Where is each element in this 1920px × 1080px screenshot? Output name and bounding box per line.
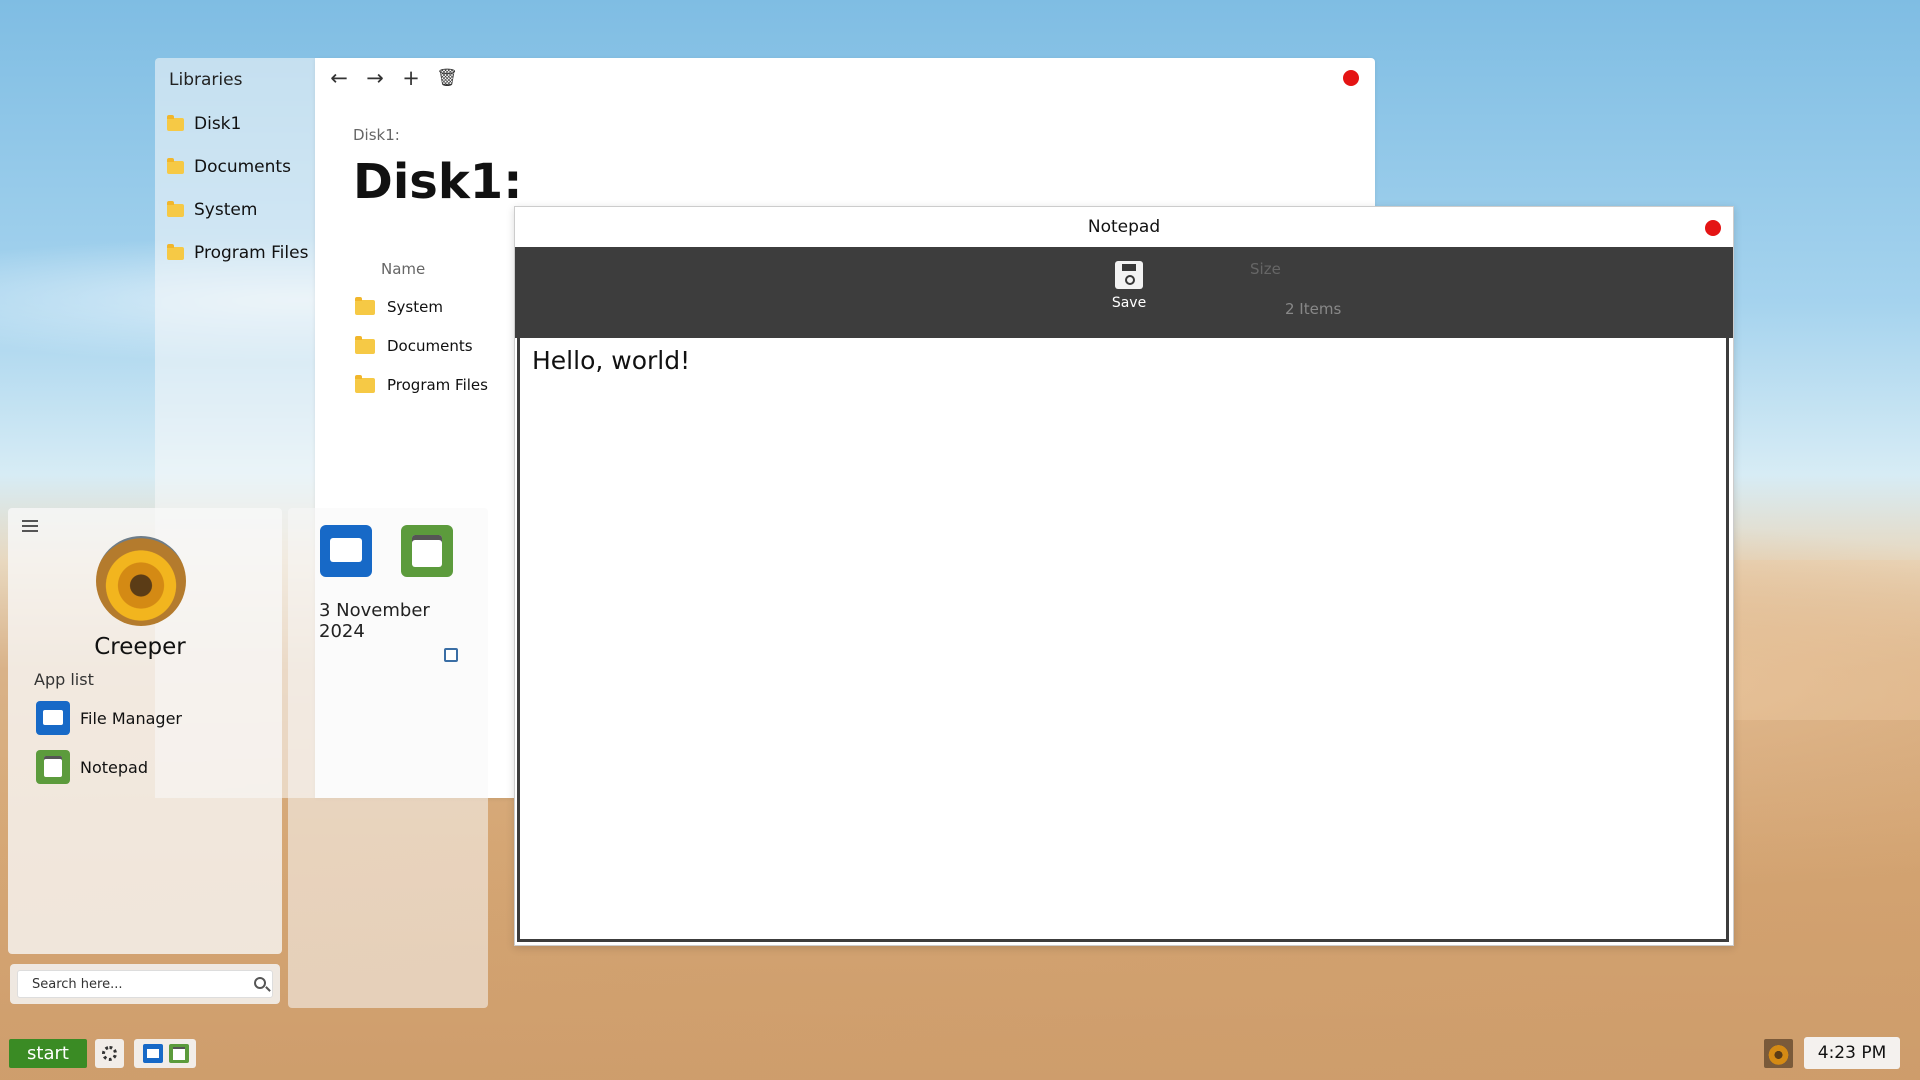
library-item-label: Disk1 xyxy=(194,114,242,134)
search-input[interactable] xyxy=(17,970,273,998)
app-list-item-notepad[interactable]: Notepad xyxy=(36,750,148,784)
notepad-window: Notepad Save Hello, world! xyxy=(514,206,1734,946)
file-manager-icon[interactable] xyxy=(320,525,372,577)
notepad-text-area[interactable]: Hello, world! xyxy=(517,338,1729,942)
tray-avatar[interactable] xyxy=(1764,1039,1793,1068)
taskbar-settings-button[interactable] xyxy=(95,1039,124,1068)
row-name: Documents xyxy=(387,337,473,355)
app-list-item-file-manager[interactable]: File Manager xyxy=(36,701,182,735)
start-menu-widgets xyxy=(288,508,488,1008)
plus-icon[interactable]: + xyxy=(399,66,423,90)
folder-icon xyxy=(167,243,184,260)
forward-arrow-icon[interactable]: → xyxy=(363,66,387,90)
file-manager-toolbar: ← → + 🗑 xyxy=(327,66,459,90)
library-item-system[interactable]: System xyxy=(167,200,257,220)
notepad-toolbar: Save xyxy=(515,247,1733,338)
folder-icon xyxy=(167,200,184,217)
calendar-icon[interactable] xyxy=(444,648,458,662)
save-label: Save xyxy=(1111,295,1147,311)
items-count: 2 Items xyxy=(1285,300,1342,318)
file-manager-icon xyxy=(36,701,70,735)
save-button[interactable]: Save xyxy=(1101,261,1157,323)
search-bar xyxy=(10,964,280,1004)
window-title: Notepad xyxy=(1087,217,1161,237)
notepad-icon xyxy=(36,750,70,784)
folder-icon xyxy=(167,114,184,131)
folder-icon xyxy=(355,335,375,354)
start-button[interactable]: start xyxy=(9,1039,87,1068)
table-row[interactable]: System xyxy=(355,296,443,316)
library-item-label: Program Files xyxy=(194,243,309,263)
folder-icon xyxy=(355,374,375,393)
notepad-icon[interactable] xyxy=(401,525,453,577)
column-header-size[interactable]: Size xyxy=(1250,260,1281,278)
clock[interactable]: 4:23 PM xyxy=(1804,1037,1900,1069)
library-item-label: Documents xyxy=(194,157,291,177)
taskbar-apps xyxy=(134,1039,196,1068)
row-name: System xyxy=(387,298,443,316)
app-list-label: App list xyxy=(34,670,94,689)
floppy-disk-icon xyxy=(1115,261,1143,289)
user-name: Creeper xyxy=(94,634,186,660)
file-manager-close-button[interactable] xyxy=(1343,70,1359,86)
back-arrow-icon[interactable]: ← xyxy=(327,66,351,90)
app-list-item-label: Notepad xyxy=(80,757,148,777)
trash-icon[interactable]: 🗑 xyxy=(435,66,459,90)
folder-icon xyxy=(355,296,375,315)
page-title: Disk1: xyxy=(353,154,523,210)
breadcrumb: Disk1: xyxy=(353,126,400,144)
notepad-titlebar[interactable]: Notepad xyxy=(515,207,1733,247)
library-item-disk1[interactable]: Disk1 xyxy=(167,114,241,134)
notepad-close-button[interactable] xyxy=(1705,220,1721,236)
menu-icon[interactable] xyxy=(22,520,38,532)
avatar[interactable] xyxy=(96,536,186,626)
library-item-documents[interactable]: Documents xyxy=(167,157,291,177)
notepad-icon[interactable] xyxy=(169,1044,189,1063)
search-icon[interactable] xyxy=(254,977,266,989)
library-item-program-files[interactable]: Program Files xyxy=(167,243,308,263)
file-manager-icon[interactable] xyxy=(143,1044,163,1063)
library-item-label: System xyxy=(194,200,258,220)
table-row[interactable]: Program Files xyxy=(355,374,488,394)
table-row[interactable]: Documents xyxy=(355,335,473,355)
row-name: Program Files xyxy=(387,376,488,394)
libraries-title: Libraries xyxy=(169,70,243,90)
column-header-name[interactable]: Name xyxy=(381,260,425,278)
folder-icon xyxy=(167,157,184,174)
date-widget: 3 November 2024 xyxy=(319,600,430,642)
app-list-item-label: File Manager xyxy=(80,708,182,728)
settings-icon xyxy=(102,1046,117,1061)
